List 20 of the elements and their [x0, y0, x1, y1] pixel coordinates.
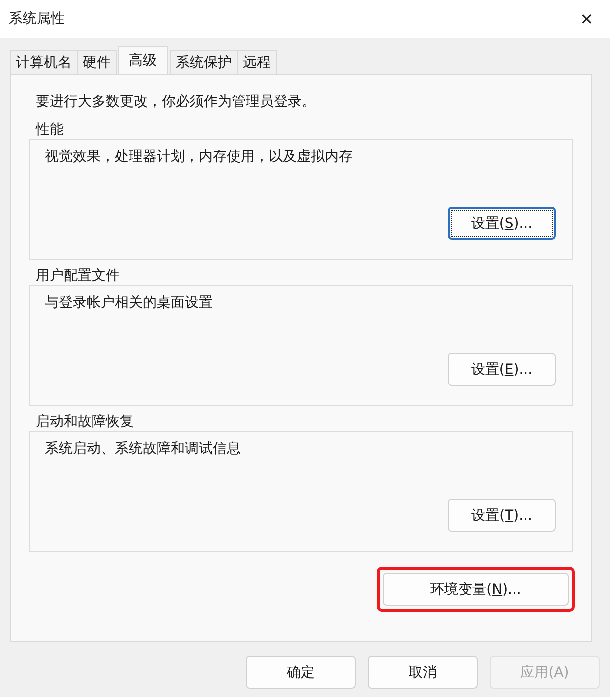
- group-description: 视觉效果，处理器计划，内存使用，以及虚拟内存: [45, 148, 354, 166]
- window-title: 系统属性: [9, 10, 65, 28]
- tab[interactable]: 系统保护: [170, 50, 238, 74]
- settings-button[interactable]: 设置(E)...: [448, 353, 556, 386]
- settings-button[interactable]: 设置(S)...: [448, 207, 556, 240]
- tab[interactable]: 硬件: [77, 50, 117, 74]
- dialog-button[interactable]: 确定: [246, 656, 356, 689]
- group-title: 启动和故障恢复: [35, 413, 134, 431]
- settings-button[interactable]: 设置(T)...: [448, 499, 556, 532]
- close-button[interactable]: ✕: [564, 0, 610, 38]
- tab[interactable]: 计算机名: [10, 50, 78, 74]
- group-description: 与登录帐户相关的桌面设置: [45, 294, 214, 312]
- notice-text: 要进行大多数更改，你必须作为管理员登录。: [35, 93, 317, 111]
- tab[interactable]: 高级: [118, 46, 168, 74]
- environment-variables-button[interactable]: 环境变量(N)...: [383, 573, 569, 606]
- group-title: 性能: [34, 121, 64, 139]
- dialog-button[interactable]: 取消: [368, 656, 478, 689]
- group-description: 系统启动、系统故障和调试信息: [45, 440, 242, 458]
- group-title: 用户配置文件: [35, 267, 120, 285]
- tab[interactable]: 远程: [237, 50, 277, 74]
